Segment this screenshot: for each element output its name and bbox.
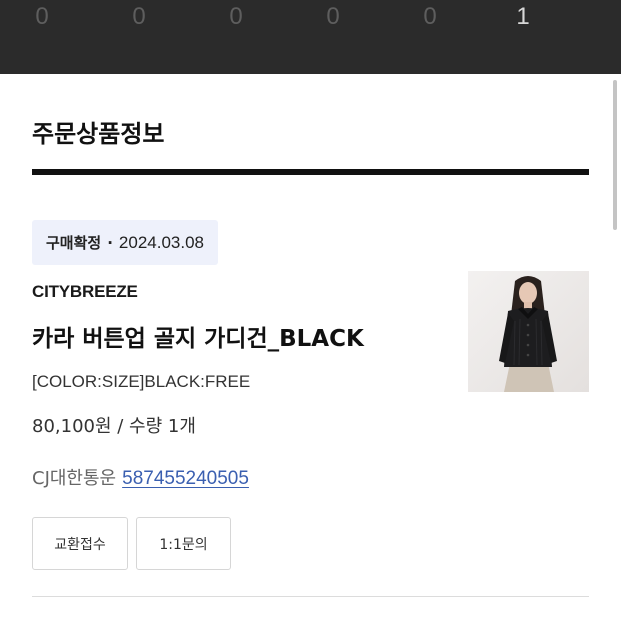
progress-step-count: 0 <box>423 3 437 30</box>
progress-step-count: 0 <box>229 3 243 30</box>
order-status-badge: 구매확정 · 2024.03.08 <box>32 220 218 265</box>
scrollbar[interactable] <box>613 80 617 230</box>
progress-step-count: 0 <box>326 3 340 30</box>
product-option: [COLOR:SIZE]BLACK:FREE <box>32 372 251 391</box>
progress-step-count: 0 <box>132 3 146 30</box>
shipping-info: CJ대한통운 587455240505 <box>32 464 249 490</box>
brand-name[interactable]: CITYBREEZE <box>32 282 138 302</box>
inquiry-button[interactable]: 1:1문의 <box>136 517 231 570</box>
tracking-number-link[interactable]: 587455240505 <box>122 468 249 489</box>
status-date: 2024.03.08 <box>118 232 204 252</box>
product-photo-icon <box>468 271 589 392</box>
product-thumbnail[interactable] <box>468 271 589 392</box>
status-separator: · <box>107 233 113 252</box>
section-divider <box>32 169 589 175</box>
product-name[interactable]: 카라 버튼업 골지 가디건_BLACK <box>32 322 364 356</box>
price-quantity: 80,100원 / 수량 1개 <box>32 416 196 437</box>
exchange-request-button[interactable]: 교환접수 <box>32 517 128 570</box>
progress-step-count-active: 1 <box>516 3 530 30</box>
courier-name: CJ대한통운 <box>32 468 117 489</box>
bottom-divider <box>32 596 589 597</box>
order-progress-bar: 0 0 0 0 0 1 <box>0 0 621 74</box>
section-title: 주문상품정보 <box>32 120 165 148</box>
status-label: 구매확정 <box>46 234 102 252</box>
progress-step-count: 0 <box>35 3 49 30</box>
